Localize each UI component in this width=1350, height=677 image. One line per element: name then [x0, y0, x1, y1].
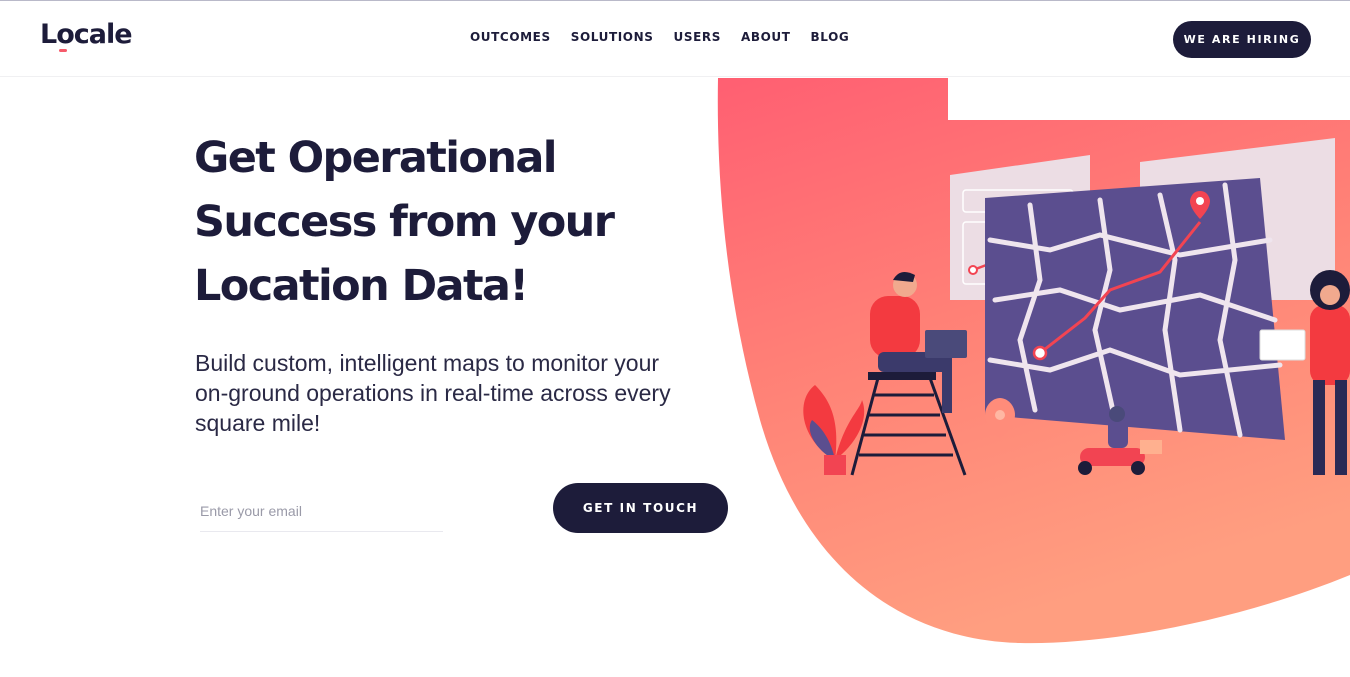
- nav-outcomes[interactable]: OUTCOMES: [470, 30, 551, 44]
- hero-title-line-3: Location Data!: [194, 261, 529, 311]
- nav-users[interactable]: USERS: [673, 30, 720, 44]
- hero-subtitle-line-1: Build custom, intelligent maps to monito…: [195, 350, 660, 376]
- hero-subtitle-line-2: on-ground operations in real-time across…: [195, 380, 671, 406]
- we-are-hiring-button[interactable]: WE ARE HIRING: [1173, 21, 1311, 58]
- hero-subtitle: Build custom, intelligent maps to monito…: [195, 348, 735, 438]
- hero-illustration: [717, 78, 1350, 644]
- ladder: [850, 377, 967, 476]
- peach-blob: [717, 78, 1350, 644]
- plant: [803, 385, 865, 475]
- location-pin-icon: [1190, 191, 1210, 219]
- city-map: [985, 178, 1285, 440]
- nav-blog[interactable]: BLOG: [811, 30, 850, 44]
- person-laptop: [870, 271, 967, 413]
- route-line: [1039, 221, 1202, 355]
- hero-title: Get Operational Success from your Locati…: [194, 126, 664, 318]
- hero-title-line-2: Success from your: [194, 197, 615, 247]
- nav-about[interactable]: ABOUT: [741, 30, 791, 44]
- logo-accent: [59, 49, 67, 52]
- panel-back-right: [1140, 138, 1335, 300]
- logo[interactable]: Locale: [40, 19, 133, 50]
- person-standing: [1259, 270, 1350, 475]
- get-in-touch-button[interactable]: GET IN TOUCH: [553, 483, 728, 533]
- scooter: [1078, 406, 1162, 475]
- chart-panel-back: [950, 155, 1090, 300]
- hero-title-line-1: Get Operational: [194, 133, 558, 183]
- main-nav: OUTCOMES SOLUTIONS USERS ABOUT BLOG: [470, 30, 849, 44]
- hero-subtitle-line-3: square mile!: [195, 410, 321, 436]
- site-header: Locale OUTCOMES SOLUTIONS USERS ABOUT BL…: [0, 1, 1350, 77]
- email-input[interactable]: [200, 490, 443, 532]
- nav-solutions[interactable]: SOLUTIONS: [571, 30, 654, 44]
